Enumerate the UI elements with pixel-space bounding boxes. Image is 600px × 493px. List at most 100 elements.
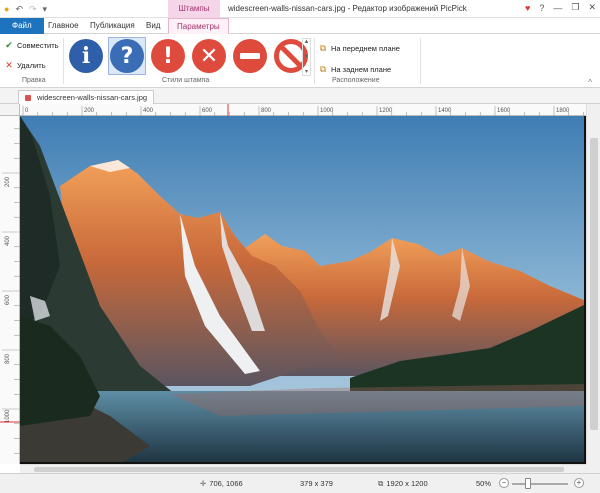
exclamation-icon: ! [151,39,185,73]
cross-icon: ✕ [192,39,226,73]
image-size-icon: ⧉ [378,479,384,488]
minus-stamp[interactable] [231,37,269,75]
ruler-label: 1200 [379,108,393,114]
group-divider [63,38,64,84]
ruler-corner [0,104,20,116]
delete-button[interactable]: ✕ Удалить [4,58,60,72]
close-icon[interactable]: ✕ [588,2,596,13]
gallery-up-icon[interactable]: ▲ [304,39,310,45]
exclamation-stamp[interactable]: ! [149,37,187,75]
stamp-gallery: i ? ! ✕ [67,37,310,75]
send-back-icon: ⧉ [319,63,327,74]
window-controls: ♥ ? — ❐ ✕ [525,2,596,13]
send-back-label: На заднем плане [331,64,392,74]
info-icon: i [69,39,103,73]
zoom-slider-knob[interactable] [525,478,531,489]
cursor-position-value: 706, 1066 [209,479,243,488]
ruler-label: 800 [5,353,11,364]
ribbon-tab-bar: Файл Главное Публикация Вид Параметры [0,18,600,34]
document-tab-label: widescreen-walls-nissan-cars.jpg [37,93,148,102]
zoom-out-icon[interactable]: − [499,478,509,488]
document-tab[interactable]: widescreen-walls-nissan-cars.jpg [18,90,155,104]
tab-params[interactable]: Параметры [168,18,229,34]
horizontal-ruler: 0 200 400 600 800 1000 1200 1400 1600 1800 [20,104,586,116]
question-stamp[interactable]: ? [108,37,146,75]
heart-icon[interactable]: ♥ [525,3,530,13]
zoom-in-icon[interactable]: + [574,478,584,488]
gallery-expand-icon[interactable]: ▾ [305,68,308,75]
ruler-label: 400 [5,235,11,246]
ribbon: ✔ Совместить ✕ Удалить Правка i ? ! ✕ ▲ … [0,34,600,88]
title-bar: ● ↶ ↷ ▾ Штампы widescreen-walls-nissan-c… [0,0,600,18]
ruler-label: 600 [5,294,11,305]
question-icon: ? [110,39,144,73]
ruler-label: 200 [5,176,11,187]
image-file-icon [25,95,31,101]
ruler-label: 1600 [497,108,511,114]
tab-publication[interactable]: Публикация [82,18,143,34]
ruler-label: 1000 [5,409,11,423]
horizontal-scrollbar[interactable] [20,464,586,473]
vertical-scrollbar[interactable] [586,104,600,464]
horizontal-scroll-thumb[interactable] [34,467,564,472]
ruler-label: 1400 [438,108,452,114]
ruler-label: 200 [84,108,95,114]
vertical-scroll-thumb[interactable] [590,138,598,430]
group-divider [314,38,315,84]
stamps-group-label: Стили штампа [162,77,210,84]
send-to-back-button[interactable]: ⧉ На заднем плане [318,62,400,76]
ruler-label: 400 [143,108,154,114]
quick-access-toolbar: ● ↶ ↷ ▾ [4,2,47,16]
image-canvas[interactable] [20,116,586,464]
ruler-label: 800 [261,108,272,114]
status-bar: ✛ 706, 1066 379 x 379 ⧉ 1920 x 1200 50% − … [0,473,600,493]
landscape-photo [20,116,584,462]
bring-front-label: На переднем плане [331,43,400,53]
tab-file[interactable]: Файл [0,18,44,34]
ruler-label: 1800 [556,108,570,114]
zoom-level: 50% [476,479,492,488]
context-tab-group-label: Штампы [168,0,220,18]
vertical-ruler-ticks: 200 400 600 800 1000 [0,128,20,454]
ruler-label: 0 [25,108,29,114]
tab-home[interactable]: Главное [40,18,87,34]
zoom-slider[interactable] [512,483,568,485]
delete-x-icon: ✕ [5,59,13,70]
arrange-group-label: Расположение [332,77,380,84]
gallery-down-icon[interactable]: ▼ [304,54,310,60]
document-tab-bar: widescreen-walls-nissan-cars.jpg [0,88,600,104]
cross-stamp[interactable]: ✕ [190,37,228,75]
horizontal-ruler-ticks: 0 200 400 600 800 1000 1200 1400 1600 1800 [22,104,584,116]
qat-dropdown-icon[interactable]: ▾ [43,2,48,16]
checkmark-icon: ✔ [5,39,13,50]
app-logo-icon[interactable]: ● [4,2,9,16]
info-stamp[interactable]: i [67,37,105,75]
undo-icon[interactable]: ↶ [15,2,23,16]
combine-button[interactable]: ✔ Совместить [4,38,60,52]
bring-to-front-button[interactable]: ⧉ На переднем плане [318,41,400,55]
group-divider [420,38,421,84]
ruler-label: 1000 [320,108,334,114]
image-size-value: 1920 x 1200 [386,479,428,488]
bring-front-icon: ⧉ [319,42,327,53]
restore-icon[interactable]: ❐ [571,2,579,13]
collapse-ribbon-icon[interactable]: ^ [588,78,592,87]
vertical-ruler: 200 400 600 800 1000 [0,116,20,464]
ruler-label: 600 [202,108,213,114]
window-title: widescreen-walls-nissan-cars.jpg - Редак… [228,4,467,13]
delete-label: Удалить [17,60,46,70]
minimize-icon[interactable]: — [553,3,562,13]
stamp-gallery-scroller[interactable]: ▲ ▼ ▾ [302,38,311,76]
edit-group-label: Правка [22,77,46,84]
selection-size: 379 x 379 [300,479,333,488]
cursor-position: ✛ 706, 1066 [200,479,243,488]
image-size: ⧉ 1920 x 1200 [378,479,428,489]
help-icon[interactable]: ? [539,3,544,13]
edit-group: ✔ Совместить ✕ Удалить [4,38,60,78]
tab-view[interactable]: Вид [138,18,168,34]
selection-size-value: 379 x 379 [300,479,333,488]
crosshair-icon: ✛ [200,479,207,488]
minus-icon [233,39,267,73]
redo-icon[interactable]: ↷ [29,2,37,16]
scrollbar-corner [586,464,600,473]
